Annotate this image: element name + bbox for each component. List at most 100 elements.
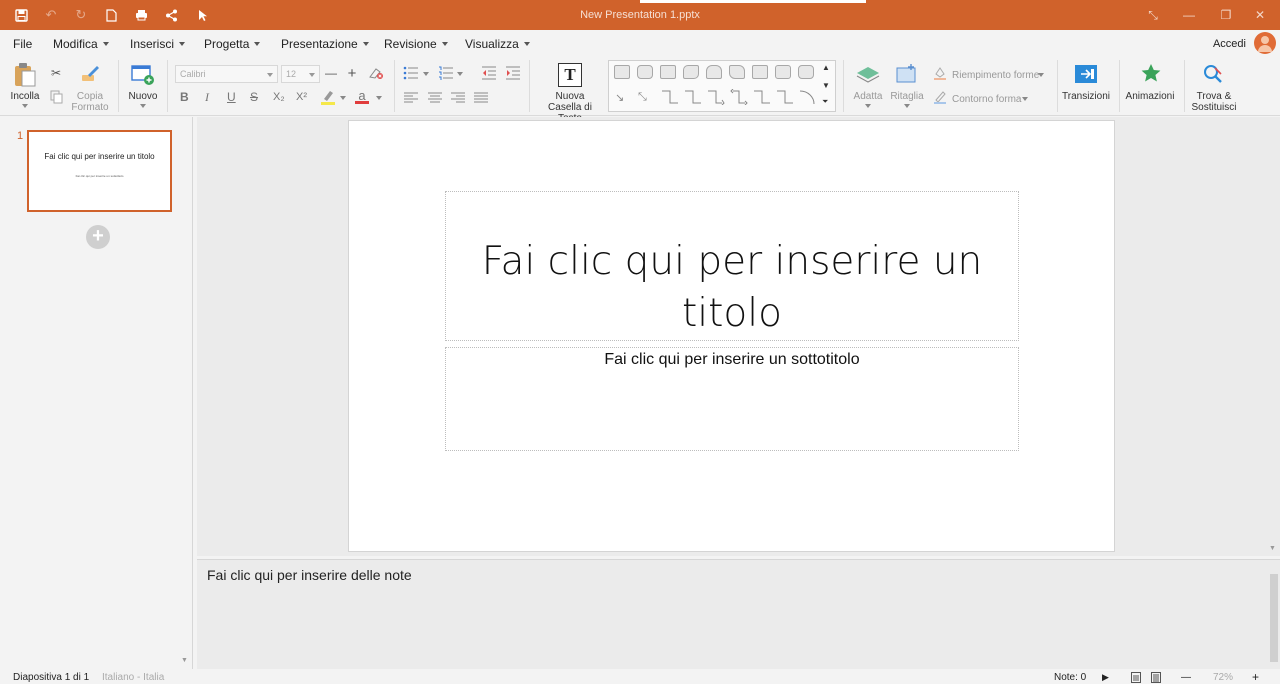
fullscreen-icon[interactable]: ⤡ [1143,6,1163,24]
connector-double-arrow-icon[interactable]: ⤡ [638,91,647,104]
menu-inserisci[interactable]: Inserisci [130,37,186,51]
subtitle-placeholder[interactable]: Fai clic qui per inserire un sottotitolo [445,347,1019,451]
shape-bevel[interactable] [798,65,814,79]
chevron-down-icon[interactable] [904,104,910,108]
transitions-button[interactable]: Transizioni [1060,91,1112,102]
shape-snip-round-rectangle[interactable] [683,65,699,79]
shape-outline-button[interactable]: Contorno forma [952,94,1021,105]
sign-in-link[interactable]: Accedi [1213,38,1246,50]
normal-view-icon[interactable] [1131,672,1141,684]
chevron-down-icon[interactable] [865,104,871,108]
menu-modifica[interactable]: Modifica [53,37,109,51]
connector-elbow-double-arrow-icon[interactable] [730,88,748,108]
notes-scrollbar[interactable] [1270,574,1278,662]
increase-indent-icon[interactable] [505,66,521,85]
strikethrough-button[interactable]: S [250,90,258,104]
shape-fill-icon[interactable] [933,66,947,80]
slide-thumbnail[interactable]: Fai clic qui per inserire un titolo Fai … [27,130,172,212]
scroll-down-icon[interactable]: ▼ [1269,545,1276,552]
crop-button[interactable]: Ritaglia [887,91,927,102]
chevron-down-icon[interactable] [423,72,429,76]
shape-fill-button[interactable]: Riempimento forme [952,70,1039,81]
menu-file[interactable]: File [13,37,32,51]
zoom-in-icon[interactable]: + [1252,670,1259,684]
outline-view-icon[interactable] [1151,672,1161,684]
textbox-icon[interactable]: T [558,63,582,87]
font-name-select[interactable]: Calibri [175,65,278,83]
font-size-select[interactable]: 12 [281,65,320,83]
transitions-icon[interactable] [1074,64,1098,89]
copy-format-button[interactable]: Copia Formato [70,91,110,113]
connector-step-icon[interactable] [753,89,771,108]
highlight-icon[interactable] [320,89,336,105]
connector-step-arrow-icon[interactable] [776,89,794,108]
clear-format-icon[interactable] [368,65,384,81]
connector-elbow-arrow-icon[interactable] [707,89,725,108]
shape-outline-icon[interactable] [933,90,947,104]
connector-curve-icon[interactable] [799,89,817,108]
play-icon[interactable]: ▶ [1102,672,1109,683]
minimize-icon[interactable]: — [1179,6,1199,24]
notes-pane[interactable]: Fai clic qui per inserire delle note [197,559,1280,669]
format-painter-icon[interactable] [80,63,102,85]
chevron-down-icon[interactable] [140,104,146,108]
avatar[interactable] [1254,32,1276,54]
cut-icon[interactable]: ✂ [48,65,64,81]
close-icon[interactable]: ✕ [1250,6,1270,24]
decrease-indent-icon[interactable] [481,66,497,85]
new-slide-button[interactable]: Nuovo [125,91,161,102]
crop-icon[interactable] [895,64,919,91]
shape-rounded-rectangle[interactable] [637,65,653,79]
font-color-button[interactable]: a [355,87,369,105]
align-right-icon[interactable] [451,91,465,109]
zoom-out-icon[interactable]: — [1181,672,1191,683]
slide[interactable]: Fai clic qui per inserire un titolo Fai … [348,120,1115,552]
notes-count[interactable]: Note: 0 [1054,672,1086,683]
chevron-down-icon[interactable] [457,72,463,76]
connector-elbow-icon[interactable] [661,89,679,108]
superscript-button[interactable]: X² [296,91,307,103]
connector-elbow-line-icon[interactable] [684,89,702,108]
shape-plaque[interactable] [752,65,768,79]
find-replace-button[interactable]: Trova & Sostituisci [1188,91,1240,113]
chevron-down-icon[interactable] [340,96,346,100]
subscript-button[interactable]: X₂ [273,91,285,103]
gallery-scroll-down-icon[interactable]: ▼ [822,81,830,90]
menu-visualizza[interactable]: Visualizza [465,37,530,51]
decrease-font-icon[interactable]: — [323,65,339,81]
menu-progetta[interactable]: Progetta [204,37,261,51]
underline-button[interactable]: U [227,90,236,104]
language[interactable]: Italiano - Italia [102,672,164,683]
title-placeholder[interactable]: Fai clic qui per inserire un titolo [445,191,1019,341]
scroll-down-icon[interactable]: ▼ [181,657,188,664]
animations-button[interactable]: Animazioni [1124,91,1176,102]
chevron-down-icon[interactable] [1038,73,1044,77]
chevron-down-icon[interactable] [22,104,28,108]
paste-button-label[interactable]: Incolla [7,91,43,102]
align-left-icon[interactable] [404,91,418,109]
menu-revisione[interactable]: Revisione [384,37,448,51]
shape-diagonal-rectangle[interactable] [729,65,745,79]
chevron-down-icon[interactable] [376,96,382,100]
gallery-scroll-up-icon[interactable]: ▲ [822,63,830,72]
shape-frame[interactable] [775,65,791,79]
find-replace-icon[interactable] [1201,62,1225,91]
connector-arrow-icon[interactable]: ↘ [615,91,624,104]
numbered-list-icon[interactable] [438,66,454,85]
restore-icon[interactable]: ❐ [1216,6,1236,24]
shape-rectangle[interactable] [614,65,630,79]
fit-button[interactable]: Adatta [848,91,888,102]
bold-button[interactable]: B [180,90,189,104]
align-justify-icon[interactable] [474,91,488,109]
chevron-down-icon[interactable] [1022,97,1028,101]
menu-presentazione[interactable]: Presentazione [281,37,369,51]
paste-icon[interactable] [13,62,37,88]
shapes-gallery[interactable]: ↘ ⤡ ▲ ▼ ⏷ [608,60,836,112]
shape-snip-rectangle[interactable] [660,65,676,79]
copy-icon[interactable] [48,89,64,105]
zoom-level[interactable]: 72% [1213,672,1233,683]
add-slide-icon[interactable]: + [86,225,110,249]
increase-font-icon[interactable]: + [344,65,360,82]
gallery-expand-icon[interactable]: ⏷ [822,97,828,107]
fit-icon[interactable] [856,65,880,90]
